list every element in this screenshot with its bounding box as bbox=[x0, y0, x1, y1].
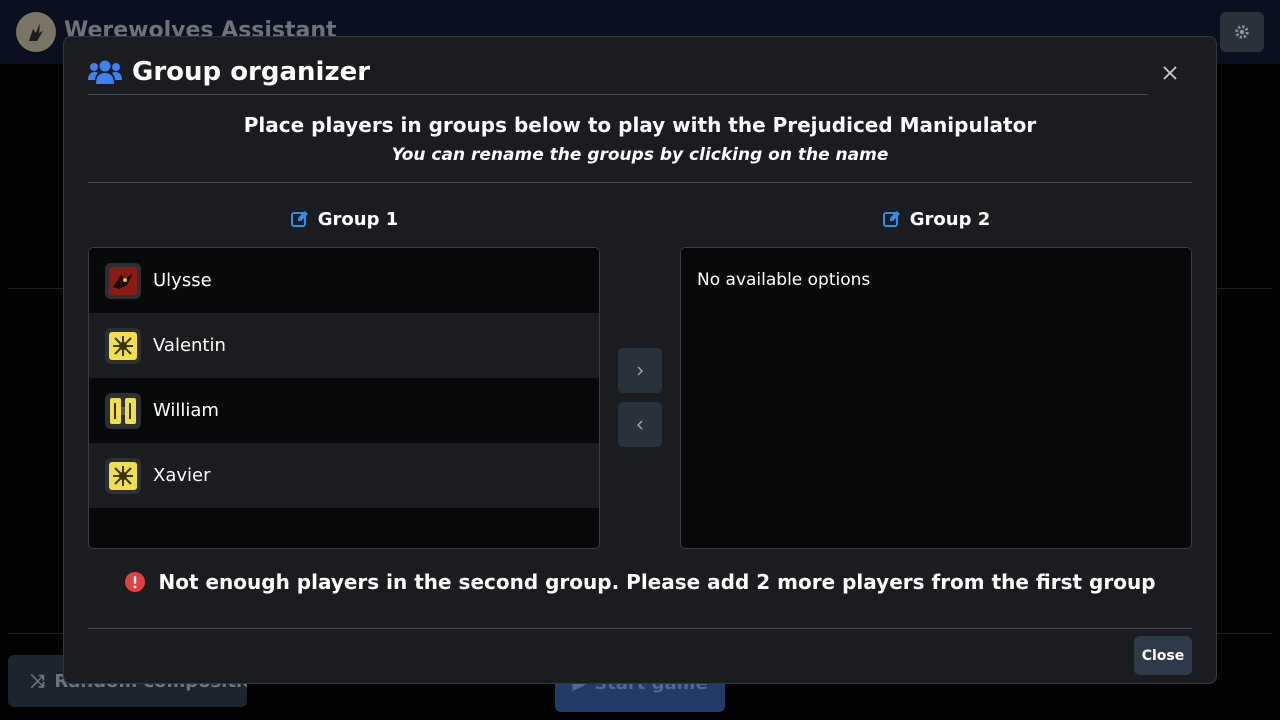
modal-header: Group organizer bbox=[88, 49, 1148, 95]
group-organizer-modal: Group organizer Place players in groups … bbox=[63, 36, 1217, 684]
player-row-valentin[interactable]: Valentin bbox=[89, 313, 599, 378]
group-1-list: Ulysse Valentin William Xavier bbox=[88, 247, 600, 549]
footer-divider bbox=[88, 628, 1192, 629]
validation-warning: Not enough players in the second group. … bbox=[88, 567, 1192, 597]
users-icon bbox=[88, 60, 122, 84]
player-row-ulysse[interactable]: Ulysse bbox=[89, 248, 599, 313]
move-left-button[interactable] bbox=[618, 402, 662, 447]
group-1-column: Group 1 Ulysse Valentin William Xavier bbox=[88, 197, 600, 549]
red-wolf-role-icon bbox=[105, 262, 141, 299]
gear-icon bbox=[1235, 25, 1249, 39]
yellow-villager-role-icon bbox=[105, 457, 141, 494]
group-2-list: No available options bbox=[680, 247, 1192, 549]
yellow-twin-role-icon bbox=[105, 392, 141, 429]
group-2-name[interactable]: Group 2 bbox=[680, 197, 1192, 241]
shuffle-icon: ⤨ bbox=[30, 670, 45, 692]
werewolf-logo-icon bbox=[16, 12, 56, 52]
move-right-button[interactable] bbox=[618, 348, 662, 393]
empty-list-message: No available options bbox=[697, 270, 871, 290]
edit-icon bbox=[290, 211, 308, 227]
yellow-villager-role-icon bbox=[105, 327, 141, 364]
group-1-name[interactable]: Group 1 bbox=[88, 197, 600, 241]
settings-button[interactable] bbox=[1220, 12, 1264, 52]
exclamation-circle-icon bbox=[125, 572, 146, 592]
modal-title: Group organizer bbox=[132, 56, 371, 87]
close-icon[interactable] bbox=[1160, 63, 1180, 83]
group-2-column: Group 2 No available options bbox=[680, 197, 1192, 549]
chevron-left-icon bbox=[636, 419, 643, 430]
player-row-xavier[interactable]: Xavier bbox=[89, 443, 599, 508]
modal-intro: Place players in groups below to play wi… bbox=[88, 109, 1192, 183]
player-row-william[interactable]: William bbox=[89, 378, 599, 443]
close-button[interactable]: Close bbox=[1134, 636, 1192, 675]
edit-icon bbox=[882, 211, 900, 227]
intro-subtitle: You can rename the groups by clicking on… bbox=[391, 145, 889, 165]
intro-title: Place players in groups below to play wi… bbox=[243, 113, 1037, 137]
chevron-right-icon bbox=[637, 365, 644, 376]
